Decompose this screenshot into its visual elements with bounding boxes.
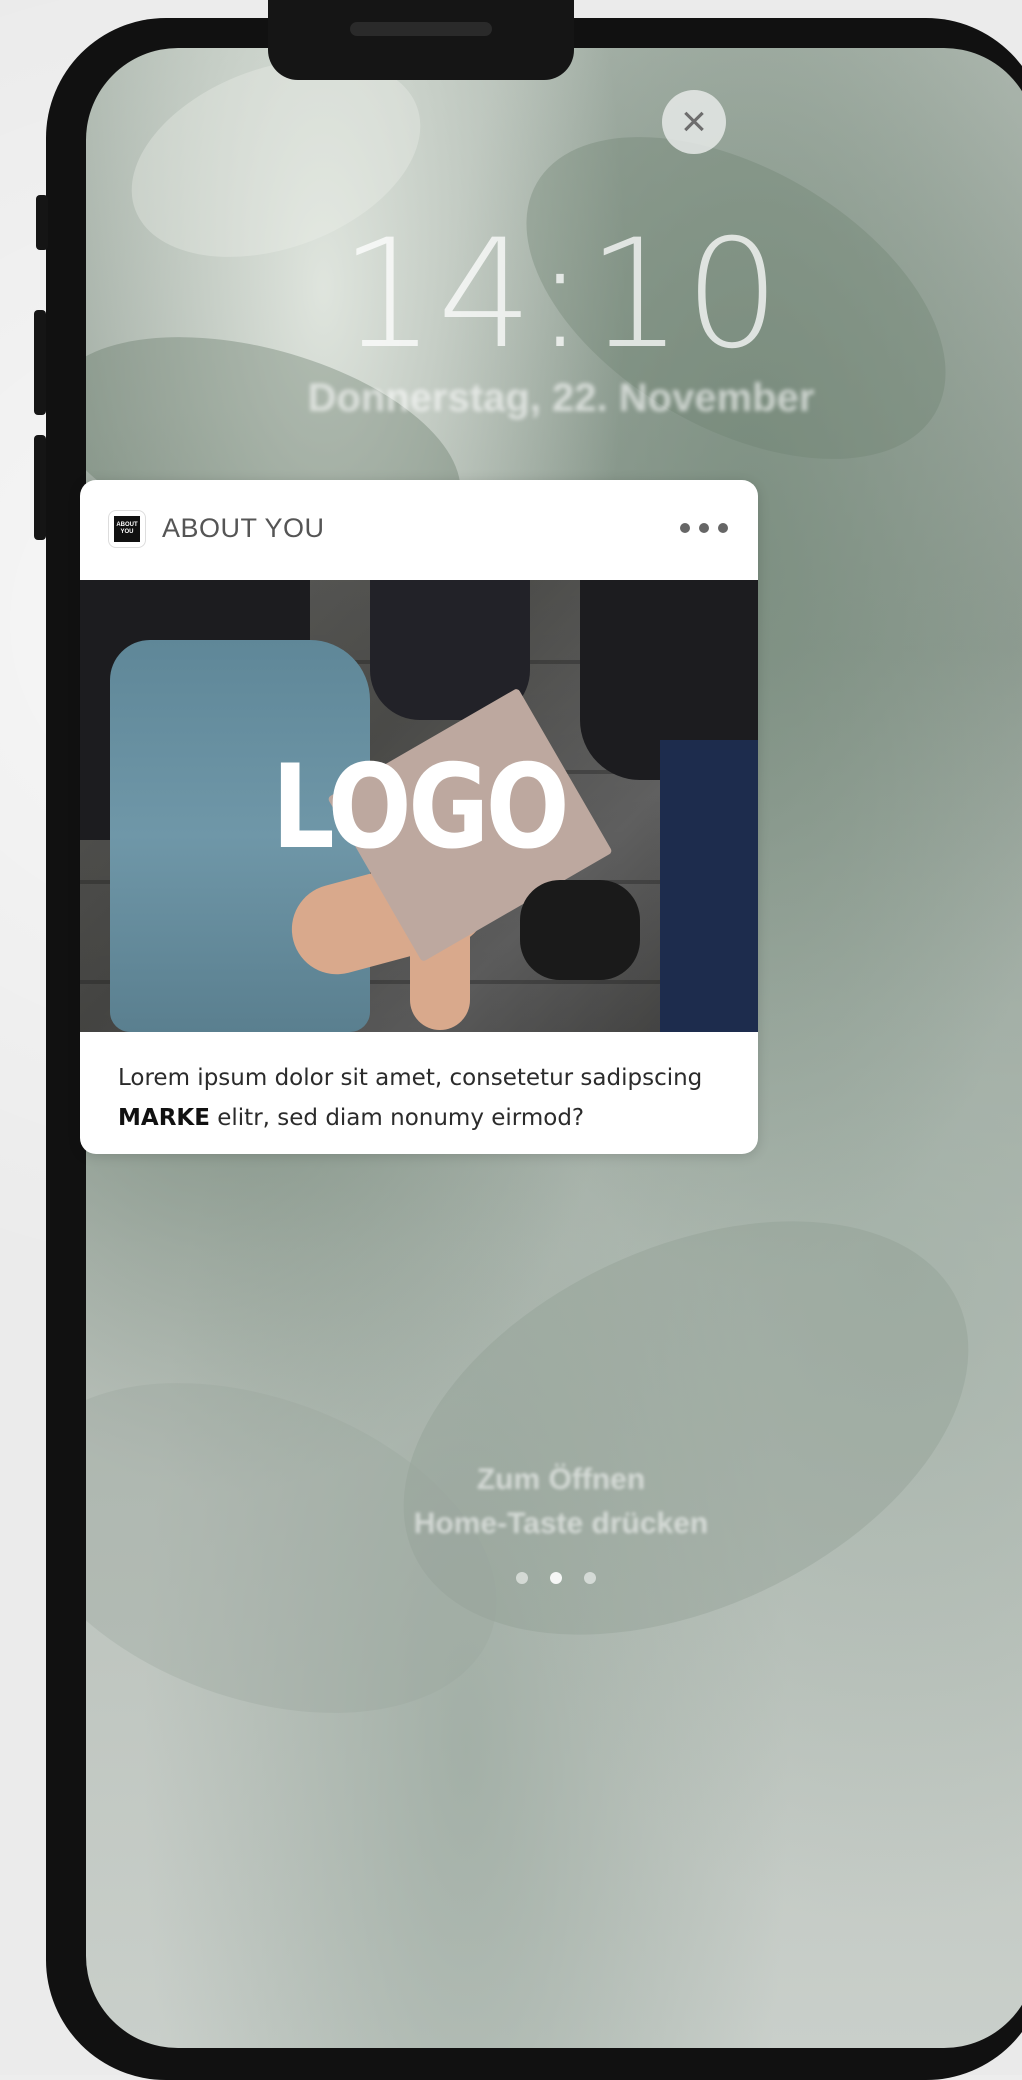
notification-header: ABOUT YOU ABOUT YOU	[80, 480, 758, 580]
notch	[268, 0, 574, 80]
message-brand: MARKE	[118, 1105, 210, 1131]
close-button[interactable]: ×	[662, 90, 726, 154]
image-shoe	[520, 880, 640, 980]
more-icon[interactable]	[680, 522, 728, 534]
page-dots	[516, 1572, 596, 1584]
unlock-hint: Zum Öffnen Home-Taste drücken	[86, 1458, 1022, 1546]
app-icon: ABOUT YOU	[108, 510, 146, 548]
page-dot	[516, 1572, 528, 1584]
page-dot-active	[550, 1572, 562, 1584]
page-dot	[584, 1572, 596, 1584]
message-text-1: Lorem ipsum dolor sit amet, consetetur s…	[118, 1065, 703, 1091]
notification-message: Lorem ipsum dolor sit amet, consetetur s…	[118, 1058, 758, 1138]
unlock-hint-line2: Home-Taste drücken	[413, 1507, 709, 1540]
more-dot	[718, 523, 728, 533]
app-icon-logo: ABOUT YOU	[114, 516, 140, 542]
mute-switch	[36, 195, 48, 250]
close-icon: ×	[681, 97, 707, 146]
volume-up-button	[34, 310, 46, 415]
app-icon-text: ABOUT YOU	[116, 522, 138, 535]
lock-date: Donnerstag, 22. November	[307, 376, 815, 420]
speaker-grille	[350, 22, 492, 36]
notification-image: LOGO	[80, 580, 758, 1032]
lock-clock: 14:10	[339, 208, 783, 382]
unlock-hint-line1: Zum Öffnen	[476, 1463, 646, 1496]
more-dot	[680, 523, 690, 533]
more-dot	[699, 523, 709, 533]
brand-logo-placeholder: LOGO	[271, 740, 570, 875]
notification-card[interactable]: ABOUT YOU ABOUT YOU LOGO Lorem ipsum dol…	[80, 480, 758, 1154]
message-text-2: elitr, sed diam nonumy eirmod?	[209, 1105, 585, 1131]
volume-down-button	[34, 435, 46, 540]
app-name: ABOUT YOU	[162, 513, 325, 543]
